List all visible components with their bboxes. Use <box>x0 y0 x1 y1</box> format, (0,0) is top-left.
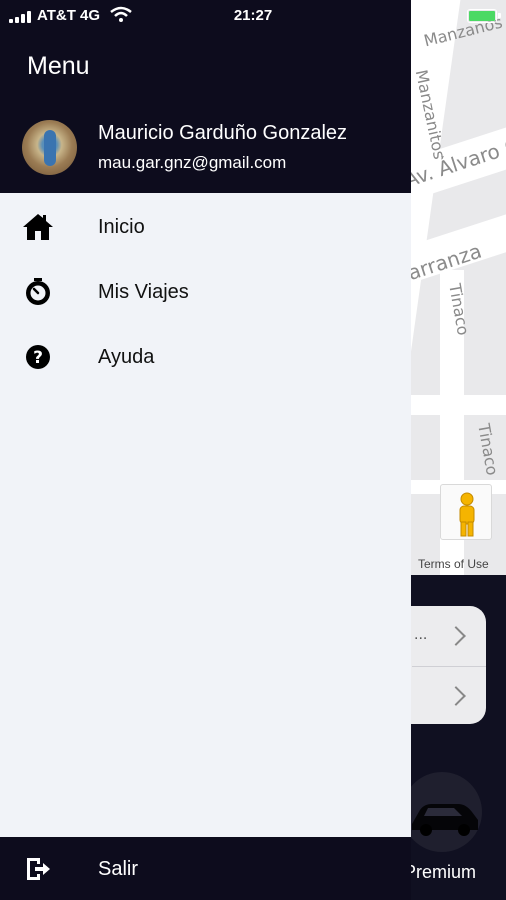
clock-icon <box>22 276 54 308</box>
pegman-icon <box>459 492 475 537</box>
divider <box>412 666 486 667</box>
car-icon <box>412 804 478 836</box>
avatar[interactable] <box>22 120 77 175</box>
battery-percent: 100% <box>420 7 459 24</box>
menu-item-label: Mis Viajes <box>98 281 189 303</box>
menu-item-label: Ayuda <box>98 346 155 368</box>
menu-item-label: Inicio <box>98 216 145 238</box>
vehicle-label: Premium <box>404 862 477 882</box>
street-label: Tinaco <box>474 422 503 477</box>
help-icon: ? <box>22 341 54 373</box>
user-name: Mauricio Garduño Gonzalez <box>98 122 348 144</box>
logout-icon <box>24 855 52 883</box>
status-bar: AT&T 4G 21:27 100% <box>0 0 506 30</box>
logout-label: Salir <box>98 858 139 880</box>
menu-item-ayuda[interactable]: ? Ayuda <box>0 325 411 389</box>
menu-item-inicio[interactable]: Inicio <box>0 195 411 259</box>
user-email: mau.gar.gnz@gmail.com <box>98 153 287 172</box>
drawer-title: Menu <box>27 52 90 80</box>
svg-text:?: ? <box>33 348 43 368</box>
home-icon <box>22 211 54 243</box>
vehicle-option-premium[interactable] <box>402 772 482 852</box>
logout-button[interactable]: Salir <box>0 837 411 900</box>
menu-item-mis-viajes[interactable]: Mis Viajes <box>0 260 411 324</box>
battery-icon <box>467 9 501 23</box>
street-view-pegman-button[interactable] <box>440 484 492 540</box>
terms-of-use-link[interactable]: Terms of Use <box>418 557 489 571</box>
option-text: ... <box>414 626 428 643</box>
navigation-drawer: Menu Mauricio Garduño Gonzalez mau.gar.g… <box>0 0 411 900</box>
